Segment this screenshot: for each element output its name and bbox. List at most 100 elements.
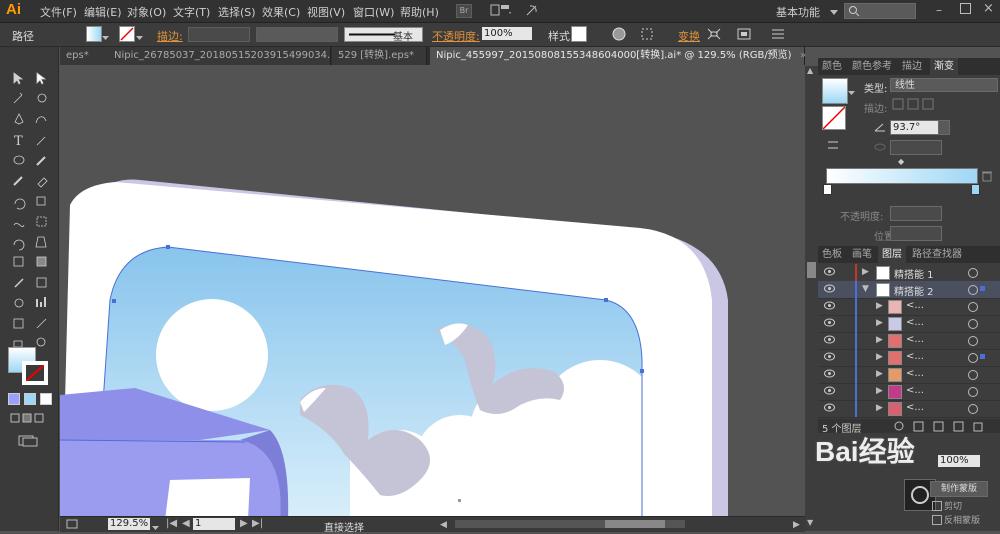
sublayer-row[interactable]: ▶ <... [818, 400, 1000, 418]
color-mode-icon[interactable] [8, 393, 20, 405]
transparency-opacity-field[interactable]: 100% [938, 455, 980, 467]
screen-mode-icon[interactable] [18, 435, 38, 447]
menu-file[interactable]: 文件(F) [40, 4, 77, 20]
midpoint-marker-icon[interactable]: ◆ [898, 157, 904, 166]
visibility-eye-icon[interactable] [824, 369, 835, 378]
scrollbar-thumb-vertical[interactable] [807, 262, 816, 278]
layer-row-selected[interactable]: ▼ 精搭能 2 [818, 281, 1000, 299]
variable-width-profile[interactable] [256, 27, 338, 42]
close-icon[interactable]: × [983, 1, 994, 16]
layer-name[interactable]: <... [906, 300, 924, 311]
tab-document-2[interactable]: Nipic_26785037_20180515203915499034.ai* [108, 47, 331, 65]
menu-view[interactable]: 视图(V) [307, 4, 345, 20]
sublayer-row[interactable]: ▶ <... [818, 332, 1000, 350]
transform-each-icon[interactable] [706, 27, 722, 44]
tab-document-3[interactable]: 529 [转换].eps* [332, 47, 427, 65]
tab-document-active[interactable]: Nipic_455997_20150808155348604000[转换].ai… [430, 47, 805, 65]
minimize-icon[interactable]: – [936, 3, 942, 17]
scrollbar-thumb[interactable] [605, 520, 665, 528]
layer-name[interactable]: <... [906, 385, 924, 396]
menu-object[interactable]: 对象(O) [127, 4, 166, 20]
sublayer-row[interactable]: ▶ <... [818, 366, 1000, 384]
expand-arrow-icon[interactable]: ▶ [876, 386, 883, 396]
stroke-color-box[interactable] [22, 361, 48, 385]
recolor-icon[interactable] [612, 27, 626, 44]
fill-swatch[interactable] [86, 26, 102, 42]
menu-select[interactable]: 选择(S) [218, 4, 256, 20]
reverse-gradient-icon[interactable] [826, 138, 840, 155]
none-mode-icon[interactable] [40, 393, 52, 405]
sublayer-row[interactable]: ▶ <... [818, 315, 1000, 333]
layer-name[interactable]: <... [906, 317, 924, 328]
draw-mode-icons[interactable] [10, 413, 44, 425]
layer-name[interactable]: <... [906, 334, 924, 345]
expand-arrow-icon[interactable]: ▶ [862, 267, 869, 277]
layer-name[interactable]: <... [906, 368, 924, 379]
visibility-eye-icon[interactable] [824, 335, 835, 344]
menu-effect[interactable]: 效果(C) [262, 4, 300, 20]
expand-arrow-icon[interactable]: ▶ [876, 301, 883, 311]
clip-checkbox[interactable] [932, 501, 942, 511]
maximize-icon[interactable] [960, 3, 971, 14]
target-circle-icon[interactable] [968, 319, 978, 329]
tab-document-1[interactable]: eps* [60, 47, 109, 65]
tab-gradient[interactable]: 渐变 [930, 58, 958, 75]
align-icon[interactable] [640, 27, 656, 44]
aspect-ratio-field[interactable] [890, 140, 942, 155]
invert-mask-checkbox[interactable] [932, 515, 942, 525]
tab-color[interactable]: 颜色 [818, 58, 846, 75]
chevron-down-icon[interactable] [152, 521, 159, 534]
layer-name[interactable]: 精搭能 1 [894, 266, 934, 281]
artboard-nav-icon[interactable] [66, 519, 78, 529]
opacity-label[interactable]: 不透明度: [432, 28, 480, 44]
target-circle-icon[interactable] [968, 387, 978, 397]
panel-menu-icon[interactable] [770, 27, 786, 44]
tab-swatches[interactable]: 色板 [818, 246, 846, 263]
make-mask-button[interactable]: 制作蒙版 [930, 481, 988, 497]
target-circle-icon[interactable] [968, 336, 978, 346]
visibility-eye-icon[interactable] [824, 403, 835, 412]
prev-artboard-icon[interactable]: ◀ [182, 518, 190, 529]
gradient-type-select[interactable]: 线性 [890, 78, 998, 92]
opacity-field[interactable]: 100% [482, 27, 532, 40]
gradient-preview-swatch[interactable] [822, 78, 848, 104]
menu-window[interactable]: 窗口(W) [353, 4, 394, 20]
visibility-eye-icon[interactable] [824, 386, 835, 395]
target-circle-icon[interactable] [968, 404, 978, 414]
stroke-swatch[interactable] [119, 26, 135, 42]
expand-arrow-icon[interactable]: ▶ [876, 352, 883, 362]
expand-arrow-icon[interactable]: ▶ [876, 335, 883, 345]
selection-indicator[interactable] [980, 354, 985, 359]
graphic-style-swatch[interactable] [571, 26, 587, 42]
collapse-arrow-icon[interactable]: ▼ [862, 284, 869, 294]
chevron-down-icon[interactable] [136, 31, 143, 44]
target-circle-icon[interactable] [968, 268, 978, 278]
visibility-eye-icon[interactable] [824, 301, 835, 310]
search-input[interactable] [844, 3, 916, 19]
menu-edit[interactable]: 编辑(E) [84, 4, 122, 20]
gradient-stroke-swatch[interactable] [822, 106, 846, 130]
arrange-documents-icon[interactable] [490, 4, 512, 16]
scroll-left-icon[interactable]: ◀ [440, 520, 447, 530]
sublayer-row[interactable]: ▶ <... [818, 383, 1000, 401]
target-circle-icon[interactable] [968, 302, 978, 312]
expand-arrow-icon[interactable]: ▶ [876, 403, 883, 413]
angle-dropdown[interactable] [938, 120, 950, 135]
sublayer-row[interactable]: ▶ <... [818, 349, 1000, 367]
artboard-number-field[interactable]: 1 [193, 518, 235, 530]
scroll-up-icon[interactable]: ▲ [807, 66, 813, 75]
workspace-switcher[interactable]: 基本功能 [776, 4, 820, 20]
stop-position-field[interactable] [890, 226, 942, 241]
chevron-down-icon[interactable] [830, 6, 838, 19]
next-artboard-icon[interactable]: ▶ [240, 518, 248, 529]
tab-overflow-icon[interactable]: » [800, 50, 806, 61]
visibility-eye-icon[interactable] [824, 267, 835, 276]
gpu-icon[interactable] [524, 3, 540, 20]
menu-help[interactable]: 帮助(H) [400, 4, 439, 20]
tab-color-guide[interactable]: 颜色参考 [848, 58, 896, 75]
visibility-eye-icon[interactable] [824, 318, 835, 327]
stroke-label[interactable]: 描边: [157, 28, 183, 44]
chevron-down-icon[interactable] [848, 86, 855, 99]
gradient-slider[interactable] [826, 168, 978, 184]
target-circle-icon[interactable] [968, 285, 978, 295]
